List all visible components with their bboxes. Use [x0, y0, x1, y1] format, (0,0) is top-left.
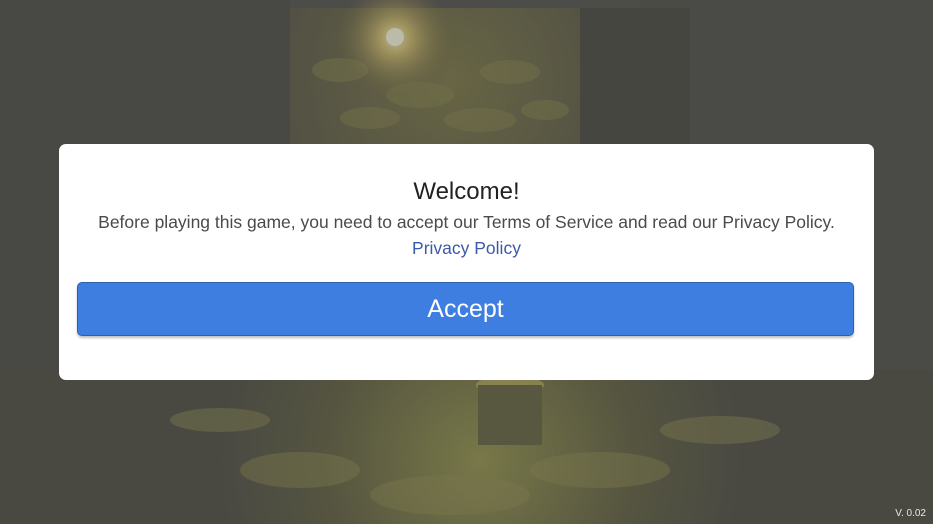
- accept-button[interactable]: Accept: [77, 282, 854, 336]
- version-label: V. 0.02: [895, 508, 926, 519]
- privacy-policy-link[interactable]: Privacy Policy: [59, 237, 874, 259]
- welcome-dialog: Welcome! Before playing this game, you n…: [59, 144, 874, 380]
- terms-message: Before playing this game, you need to ac…: [98, 212, 835, 232]
- dialog-title: Welcome!: [413, 178, 520, 205]
- game-screen: Welcome! Before playing this game, you n…: [0, 0, 933, 524]
